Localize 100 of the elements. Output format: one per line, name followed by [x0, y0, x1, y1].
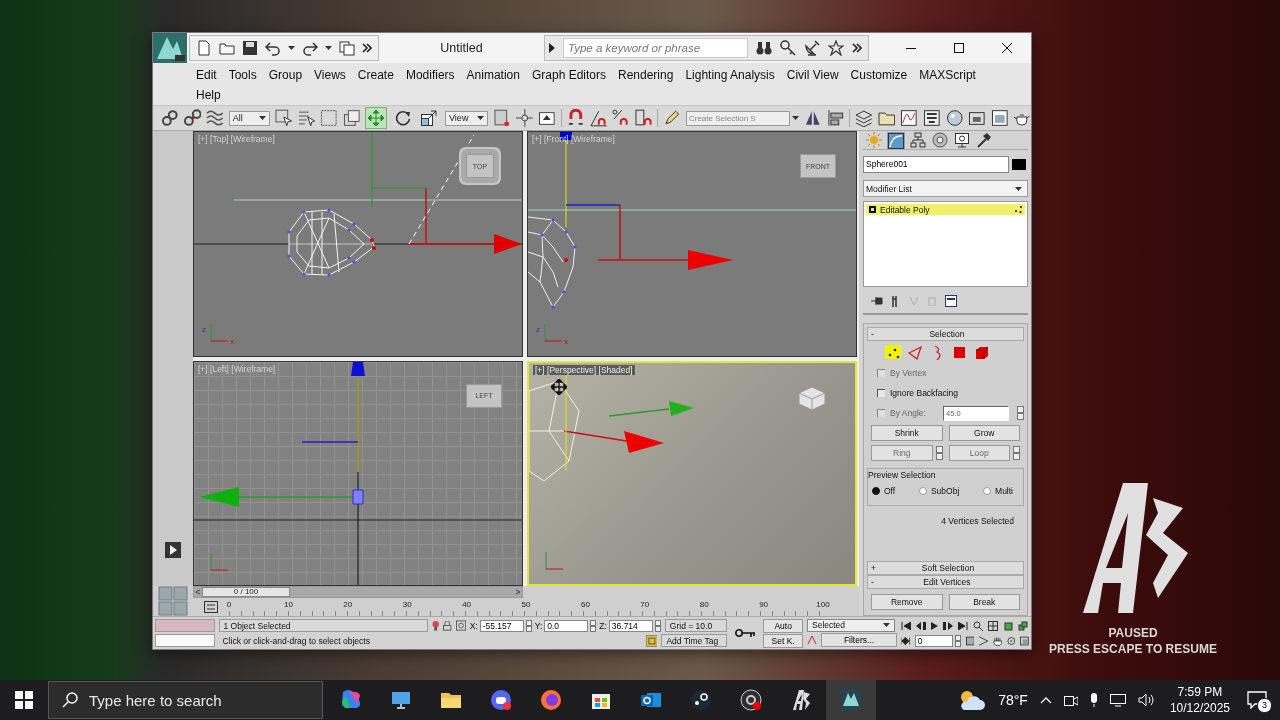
filters-button[interactable]: Filters...	[821, 633, 897, 647]
action-button[interactable]: Shrink	[871, 425, 943, 441]
menu-item[interactable]: Help	[190, 85, 227, 105]
key-mode-icon[interactable]	[901, 636, 910, 645]
script-output-field[interactable]	[155, 634, 215, 647]
radio-button[interactable]	[983, 487, 992, 495]
script-input-field[interactable]	[155, 619, 215, 632]
spinner-icon[interactable]	[525, 619, 532, 632]
menu-item[interactable]: Rendering	[612, 65, 680, 85]
rollout-header[interactable]: - Selection	[867, 327, 1024, 341]
menu-item[interactable]: Graph Editors	[525, 65, 612, 85]
viewport[interactable]: [+] [Perspective] [Shaded]	[527, 360, 857, 586]
crosshair-icon[interactable]	[515, 109, 534, 127]
clock-date[interactable]: 10/12/2025	[1169, 700, 1230, 716]
coordinate-field[interactable]: -55.157	[479, 619, 524, 632]
edge-level-button[interactable]	[907, 345, 923, 359]
key-filter-dropdown[interactable]: Selected	[807, 618, 895, 632]
zoom-icon[interactable]	[973, 620, 983, 631]
orbit-icon[interactable]	[1006, 635, 1016, 646]
panel-tab[interactable]	[887, 131, 905, 149]
spinner-icon[interactable]	[954, 634, 961, 647]
new-file-icon[interactable]	[196, 40, 212, 56]
go-to-start-icon[interactable]	[901, 621, 911, 630]
selection-set-field[interactable]: Create Selection S	[685, 110, 790, 126]
upload-box-icon[interactable]	[538, 109, 556, 127]
frame-field[interactable]: 0	[914, 634, 953, 647]
material-sphere-icon[interactable]	[945, 109, 964, 127]
play-icon[interactable]	[931, 621, 938, 630]
viewport-label[interactable]: [+] [Perspective] [Shaded]	[533, 364, 635, 375]
menu-item[interactable]: Modifiers	[399, 65, 461, 85]
wave-icon[interactable]	[206, 109, 224, 127]
zoom-extents-icon[interactable]	[988, 620, 998, 631]
cube-zoom-icon[interactable]	[1003, 620, 1013, 631]
angle-magnet-icon[interactable]	[589, 109, 608, 127]
radio-button[interactable]	[872, 487, 880, 495]
clock-time[interactable]: 7:59 PM	[1177, 684, 1223, 700]
curve-graph-icon[interactable]	[900, 109, 918, 127]
element-level-button[interactable]	[973, 345, 989, 359]
radio-button[interactable]	[918, 487, 927, 495]
checkbox[interactable]	[877, 389, 885, 397]
pivot-icon[interactable]	[493, 109, 511, 127]
spinner-icon[interactable]	[654, 619, 661, 632]
cursor-box-icon[interactable]	[275, 109, 293, 127]
slider-arrow[interactable]: >	[514, 587, 522, 597]
polygon-level-button[interactable]	[951, 345, 967, 359]
tangent-curve-icon[interactable]	[807, 635, 817, 645]
project-folder-icon[interactable]	[339, 40, 355, 56]
lock-icon[interactable]	[443, 620, 452, 631]
set-key-button[interactable]: Set K.	[763, 633, 803, 648]
broken-link-icon[interactable]	[183, 109, 202, 127]
add-time-tag[interactable]: Add Time Tag	[661, 634, 727, 647]
pencil-icon[interactable]	[663, 109, 681, 127]
menu-item[interactable]: Animation	[460, 65, 526, 85]
rollout-header[interactable]: + Soft Selection	[867, 561, 1024, 575]
cubes-icon[interactable]	[1018, 620, 1028, 631]
menu-item[interactable]: Views	[308, 65, 352, 85]
satellite-dish-icon[interactable]	[804, 40, 820, 56]
menu-item[interactable]: Lighting Analysis	[679, 65, 781, 85]
pin-icon[interactable]	[871, 296, 883, 306]
notifications-button[interactable]: 3	[1242, 685, 1272, 715]
search-field[interactable]: Type a keyword or phrase	[563, 38, 748, 58]
list-cursor-icon[interactable]	[297, 109, 316, 127]
save-icon[interactable]	[242, 40, 258, 56]
menu-item[interactable]: Customize	[844, 65, 914, 85]
coordinate-field[interactable]: 36.714	[608, 619, 653, 632]
microphone-icon[interactable]	[1089, 693, 1098, 707]
menu-item[interactable]: Civil View	[780, 65, 845, 85]
reference-coordinate-dropdown[interactable]: View	[445, 110, 489, 126]
double-chevron-icon[interactable]	[362, 43, 372, 53]
color-swatch[interactable]	[1012, 158, 1026, 170]
action-button[interactable]: Remove	[871, 594, 943, 610]
dashed-rectangle-icon[interactable]	[320, 109, 338, 127]
frame-window-icon[interactable]	[990, 109, 1009, 127]
spinner-icon[interactable]	[590, 619, 597, 632]
next-frame-icon[interactable]	[943, 621, 953, 630]
double-chevron-icon[interactable]	[852, 43, 862, 53]
maximize-viewport-icon[interactable]	[1020, 635, 1030, 646]
track-bar-icon[interactable]	[204, 601, 218, 613]
overlapping-squares-icon[interactable]	[342, 109, 361, 127]
percent-magnet-icon[interactable]	[612, 109, 630, 127]
action-button[interactable]: Grow	[948, 425, 1020, 441]
schematic-icon[interactable]	[922, 109, 941, 127]
play-arrow-icon[interactable]	[549, 43, 555, 53]
taskbar-app[interactable]	[826, 680, 876, 720]
panel-tab[interactable]	[953, 131, 971, 149]
layers-icon[interactable]	[855, 109, 873, 127]
lightbulb-icon[interactable]	[431, 620, 440, 631]
modifier-list-dropdown[interactable]: Modifier List	[863, 180, 1028, 197]
panel-tab[interactable]	[975, 131, 993, 149]
selection-filter-dropdown[interactable]: All	[228, 110, 270, 126]
network-icon[interactable]	[1109, 693, 1126, 707]
time-tag-icon[interactable]	[645, 634, 658, 647]
chevron-up-icon[interactable]	[1039, 696, 1052, 704]
time-slider-thumb[interactable]: 0 / 100	[202, 587, 290, 597]
key-icon[interactable]	[780, 40, 796, 56]
pan-hand-icon[interactable]	[993, 635, 1002, 646]
open-folder-icon[interactable]	[219, 40, 235, 56]
menu-item[interactable]: Tools	[222, 65, 263, 85]
go-to-end-icon[interactable]	[958, 621, 968, 630]
mirror-icon[interactable]	[803, 109, 822, 127]
